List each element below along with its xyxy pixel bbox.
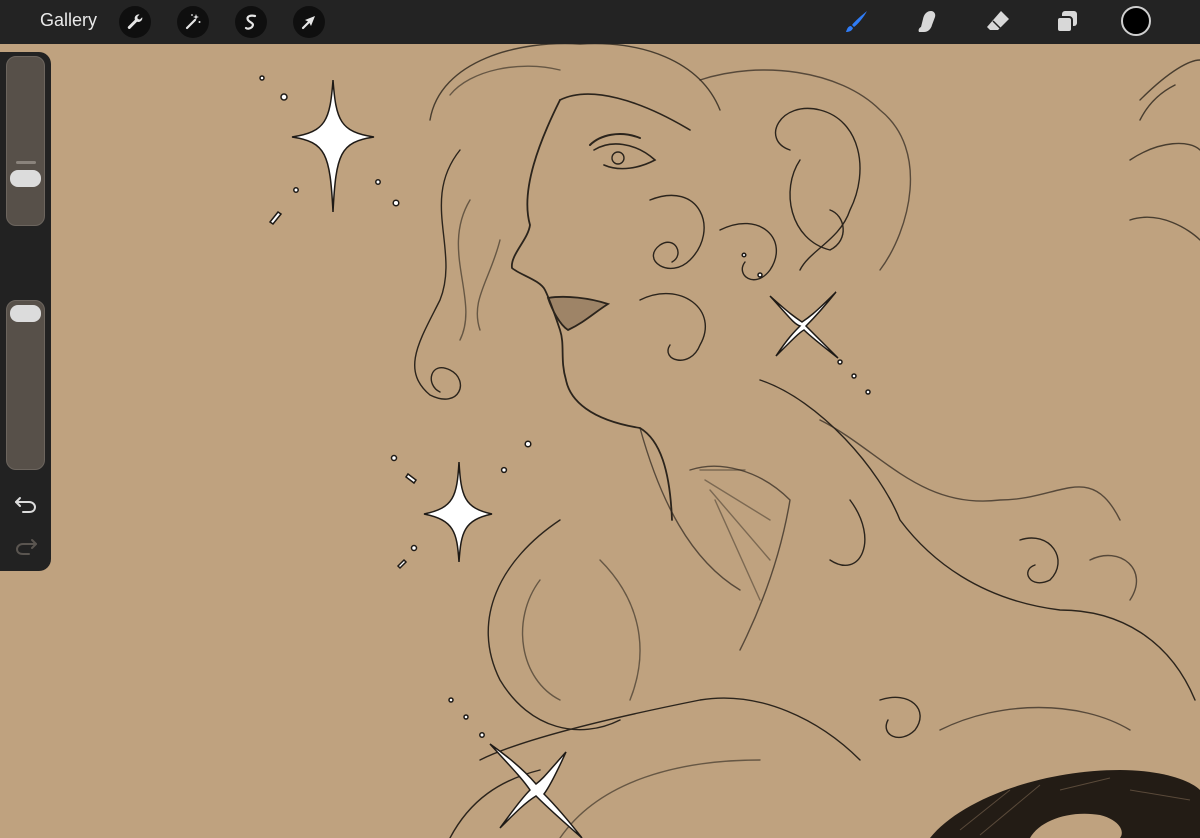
top-toolbar: Gallery [0,0,1200,44]
sketch-lines [414,44,1200,838]
sparkle-icon [489,743,583,838]
left-sidebar [0,52,51,571]
redo-button[interactable] [12,534,40,558]
eraser-icon [987,11,1009,30]
redo-icon [15,539,37,555]
selection-s-icon [244,14,257,30]
selection-button[interactable] [235,6,267,38]
sparkle-icons [259,75,871,838]
drawing-canvas[interactable] [0,44,1200,838]
brush-size-slider[interactable] [6,56,45,226]
sparkle-icon [769,291,839,359]
undo-icon [15,497,37,513]
arrow-cursor-icon [301,16,315,30]
eraser-tool-button[interactable] [982,6,1014,38]
gallery-button[interactable]: Gallery [40,10,97,31]
transform-button[interactable] [293,6,325,38]
brush-size-thumb[interactable] [10,170,41,187]
slider-tick [16,161,36,164]
layers-icon [1056,11,1077,33]
opacity-thumb[interactable] [10,305,41,322]
magic-wand-icon [185,14,201,30]
sparkle-icon [291,79,375,213]
actions-button[interactable] [119,6,151,38]
shaded-ornament [930,770,1200,838]
color-picker-button[interactable] [1121,6,1151,36]
adjustments-button[interactable] [177,6,209,38]
smudge-tool-button[interactable] [911,6,943,38]
opacity-slider[interactable] [6,300,45,470]
smudge-finger-icon [918,11,936,32]
undo-button[interactable] [12,492,40,516]
sparkle-icon [423,461,493,563]
brush-icon [846,11,867,32]
layers-button[interactable] [1051,6,1083,38]
brush-tool-button[interactable] [840,6,872,38]
wrench-icon [127,14,143,30]
